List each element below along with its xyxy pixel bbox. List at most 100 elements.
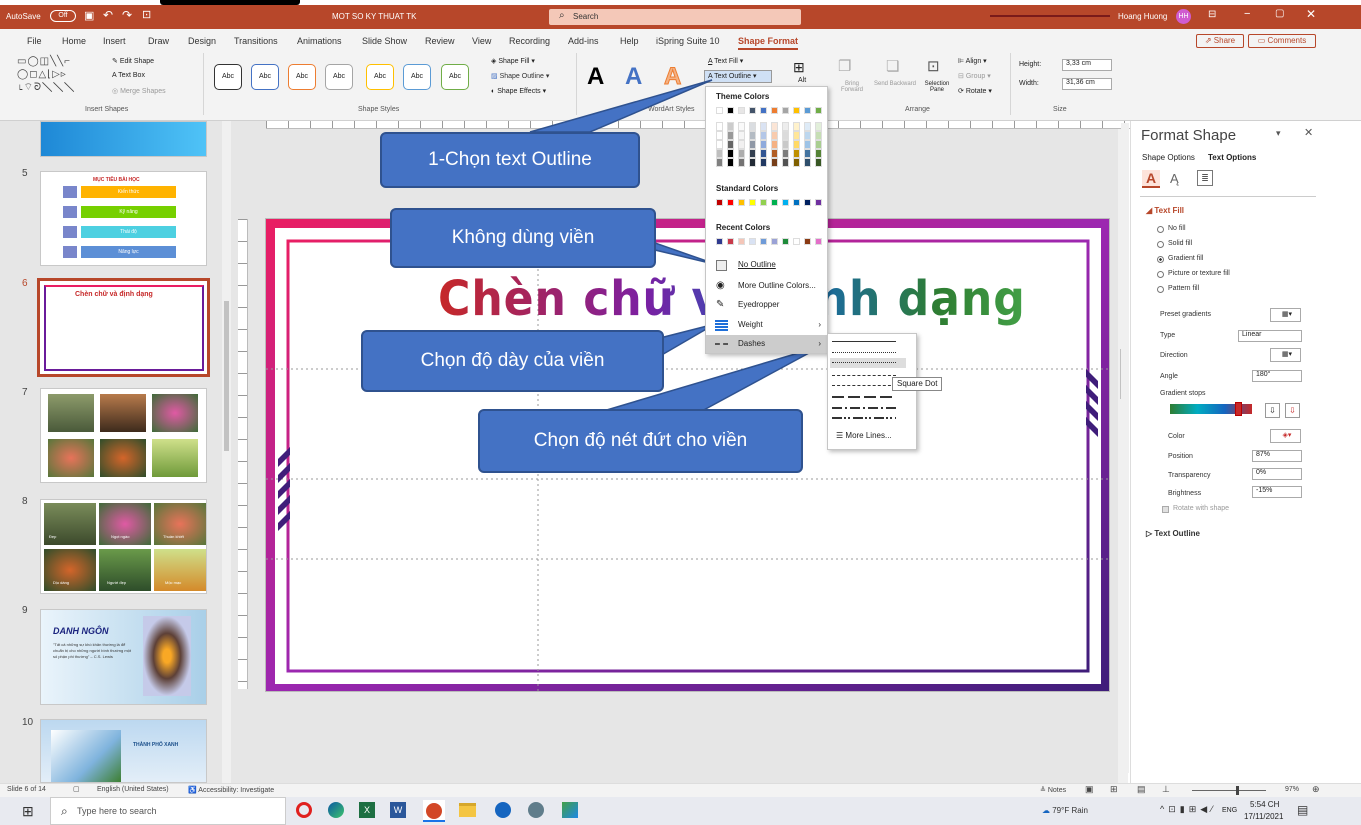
menu-item-dashes[interactable]: Dashes › <box>706 335 827 353</box>
recent-color-swatch[interactable] <box>749 238 756 245</box>
wordart-style-orange[interactable]: A <box>663 63 681 91</box>
search-box[interactable]: ⌕ Search <box>549 9 801 25</box>
style-preset-6[interactable]: Abc <box>403 64 431 90</box>
standard-color-swatch[interactable] <box>793 199 800 206</box>
taskbar-app-icon[interactable] <box>528 802 544 818</box>
recent-color-swatch[interactable] <box>727 238 734 245</box>
tab-insert[interactable]: Insert <box>103 36 126 46</box>
thumbnail-slide-5[interactable]: MỤC TIÊU BÀI HỌC Kiến thức Kỹ năng Thái … <box>40 171 207 266</box>
tab-shape-format[interactable]: Shape Format <box>738 36 799 50</box>
more-lines-item[interactable]: ☰ More Lines... <box>836 431 892 440</box>
taskbar-app-icon[interactable] <box>495 802 511 818</box>
theme-color-swatch[interactable] <box>738 158 745 167</box>
theme-color-swatch[interactable] <box>782 158 789 167</box>
clock-date[interactable]: 17/11/2021 <box>1244 812 1283 821</box>
theme-color-swatch[interactable] <box>738 122 745 131</box>
tab-ispring[interactable]: iSpring Suite 10 <box>656 36 720 46</box>
radio-picture-fill[interactable] <box>1157 271 1164 278</box>
theme-color-swatch[interactable] <box>804 140 811 149</box>
thumbnail-scrollbar-thumb[interactable] <box>224 301 229 451</box>
style-preset-2[interactable]: Abc <box>251 64 279 90</box>
undo-icon[interactable]: ↶ <box>103 8 113 22</box>
thumbnail-slide-4-partial[interactable] <box>40 121 207 157</box>
reading-view-icon[interactable]: ▤ <box>1137 784 1146 795</box>
input-language[interactable]: ENG <box>1222 807 1237 814</box>
theme-color-swatch[interactable] <box>782 131 789 140</box>
send-backward-icon[interactable]: ❏ <box>886 57 899 75</box>
thumbnail-slide-6-selected[interactable]: Chèn chữ và định dạng <box>37 278 210 377</box>
theme-color-swatch[interactable] <box>815 158 822 167</box>
share-button[interactable]: ⇗ Share <box>1196 34 1244 48</box>
preset-gradients-button[interactable]: ▦▾ <box>1270 308 1301 322</box>
theme-color-swatch[interactable] <box>727 122 734 131</box>
recent-color-row[interactable] <box>710 238 826 247</box>
tab-design[interactable]: Design <box>188 36 216 46</box>
clock-time[interactable]: 5:54 CH <box>1250 800 1279 809</box>
comments-button[interactable]: ▭ Comments <box>1248 34 1316 48</box>
theme-color-swatch[interactable] <box>716 107 723 114</box>
theme-color-swatch[interactable] <box>793 140 800 149</box>
language-status[interactable]: English (United States) <box>97 786 169 793</box>
recent-color-swatch[interactable] <box>782 238 789 245</box>
remove-stop-icon[interactable]: ⇩ <box>1285 403 1300 418</box>
text-box-button[interactable]: A Text Box <box>112 72 145 79</box>
theme-color-swatch[interactable] <box>738 131 745 140</box>
tab-recording[interactable]: Recording <box>509 36 550 46</box>
theme-color-swatch[interactable] <box>749 122 756 131</box>
menu-item-eyedropper[interactable]: ✎ Eyedropper <box>706 296 827 314</box>
recent-color-swatch[interactable] <box>760 238 767 245</box>
tab-view[interactable]: View <box>472 36 491 46</box>
theme-color-swatch[interactable] <box>727 107 734 114</box>
radio-gradient-fill[interactable] <box>1157 256 1164 263</box>
theme-color-swatch[interactable] <box>804 149 811 158</box>
add-stop-icon[interactable]: ⇩ <box>1265 403 1280 418</box>
ribbon-display-icon[interactable]: ⊟ <box>1208 9 1216 20</box>
thumbnail-slide-10[interactable]: THÀNH PHỐ XANH <box>40 719 207 783</box>
brightness-input[interactable]: -15% <box>1252 486 1302 498</box>
menu-item-more-outline-colors[interactable]: ◉ More Outline Colors... <box>706 277 827 295</box>
accessibility-status[interactable]: ♿ Accessibility: Investigate <box>188 786 274 794</box>
textbox-icon[interactable]: ≣ <box>1197 170 1213 186</box>
edit-shape-button[interactable]: ✎ Edit Shape <box>112 57 154 65</box>
theme-color-swatch[interactable] <box>749 140 756 149</box>
position-input[interactable]: 87% <box>1252 450 1302 462</box>
theme-color-swatch[interactable] <box>771 158 778 167</box>
zoom-slider-thumb[interactable] <box>1236 786 1239 795</box>
standard-color-swatch[interactable] <box>716 199 723 206</box>
thumbnail-slide-8[interactable]: Đẹp Ngọt ngào Thuần khiết Dịu dàng Người… <box>40 499 207 594</box>
recent-color-swatch[interactable] <box>793 238 800 245</box>
theme-color-swatch[interactable] <box>815 107 822 114</box>
gradient-stop-handle[interactable] <box>1235 402 1242 416</box>
redo-icon[interactable]: ↷ <box>122 8 132 22</box>
align-button[interactable]: ⊫ Align ▾ <box>958 57 987 65</box>
powerpoint-icon[interactable] <box>423 800 445 822</box>
format-pane-scrollbar[interactable] <box>1121 123 1129 773</box>
shapes-gallery[interactable]: ▭◯◫╲╲⌐ ◯◻△⌊▷▹ ⌊⌔ᘐ╲╲╲ <box>17 55 103 97</box>
theme-color-swatch[interactable] <box>793 149 800 158</box>
standard-color-swatch[interactable] <box>749 199 756 206</box>
theme-color-swatch[interactable] <box>815 149 822 158</box>
theme-color-swatch[interactable] <box>760 122 767 131</box>
zoom-level[interactable]: 97% <box>1285 786 1299 793</box>
tab-file[interactable]: File <box>27 36 42 46</box>
slide-canvas[interactable]: Chèn chữ và định dạng <box>265 218 1110 692</box>
tab-slide-show[interactable]: Slide Show <box>362 36 407 46</box>
standard-color-swatch[interactable] <box>804 199 811 206</box>
minimize-icon[interactable]: − <box>1244 8 1250 20</box>
theme-color-swatch[interactable] <box>727 131 734 140</box>
radio-no-fill[interactable] <box>1157 226 1164 233</box>
theme-color-swatch[interactable] <box>782 140 789 149</box>
theme-color-swatch[interactable] <box>815 131 822 140</box>
theme-color-swatch[interactable] <box>716 149 723 158</box>
close-pane-icon[interactable]: ✕ <box>1304 126 1313 139</box>
theme-color-swatch[interactable] <box>771 131 778 140</box>
theme-color-grid[interactable] <box>710 107 826 169</box>
recent-color-swatch[interactable] <box>771 238 778 245</box>
height-input[interactable]: 3,33 cm <box>1062 59 1112 71</box>
taskbar-app-icon[interactable] <box>562 802 578 818</box>
text-fill-outline-icon[interactable]: A <box>1142 170 1160 188</box>
alt-text-button[interactable]: ⊞ <box>793 59 805 76</box>
tab-transitions[interactable]: Transitions <box>234 36 278 46</box>
theme-color-swatch[interactable] <box>727 140 734 149</box>
section-text-outline[interactable]: ▷ Text Outline <box>1146 529 1200 538</box>
